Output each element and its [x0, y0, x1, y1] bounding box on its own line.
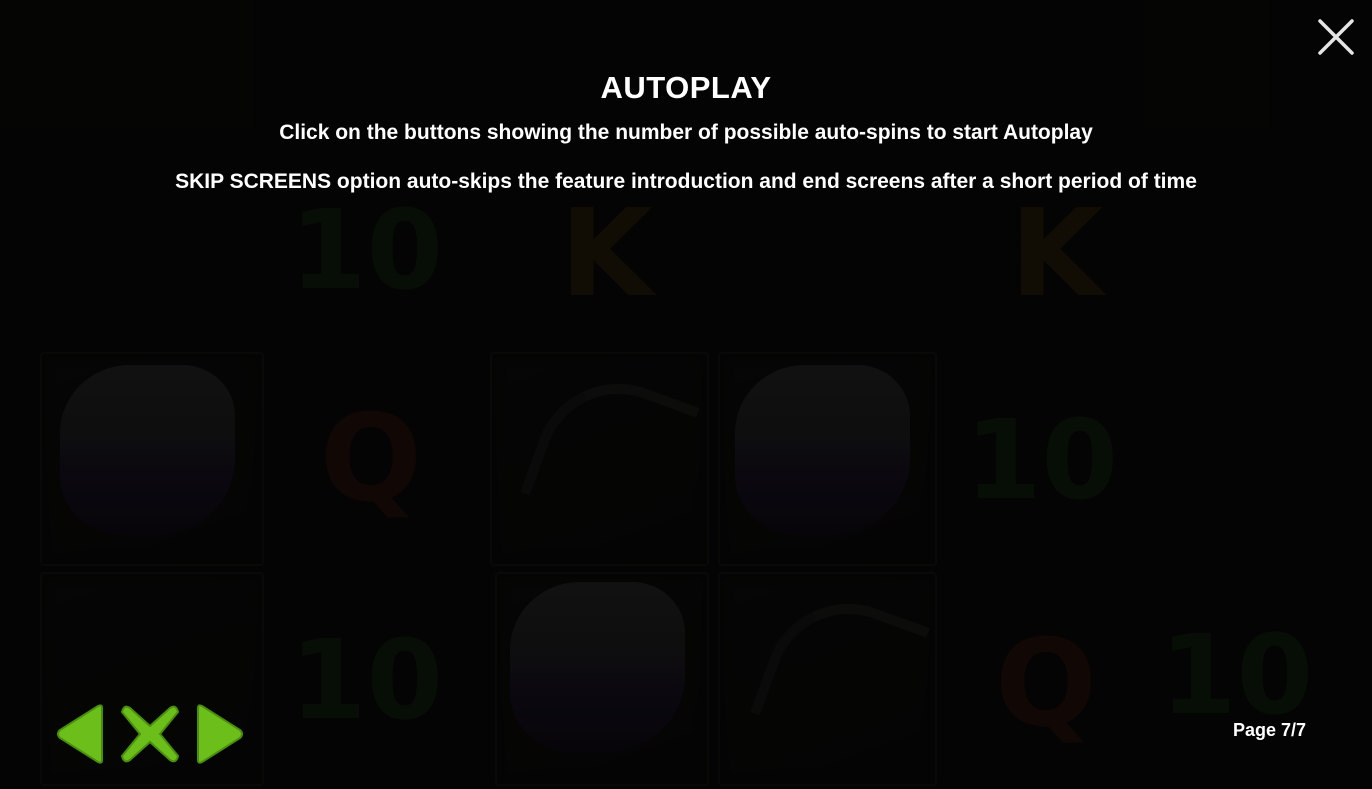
- page-title: AUTOPLAY: [600, 70, 772, 105]
- skip-screens-description: SKIP SCREENS option auto-skips the featu…: [175, 170, 1197, 193]
- close-icon: [1318, 19, 1354, 55]
- arrow-right-icon: [197, 704, 243, 764]
- autoplay-description: Click on the buttons showing the number …: [279, 121, 1093, 144]
- exit-help-button[interactable]: [120, 704, 180, 764]
- paytable-screen: 10 K K 10 Q 10 10 Q AUTOPLAY Click on th…: [0, 0, 1372, 789]
- dim-overlay: [0, 0, 1372, 789]
- x-icon: [120, 705, 180, 763]
- help-navigation: [54, 704, 248, 764]
- page-indicator: Page 7/7: [1232, 720, 1306, 740]
- next-page-button[interactable]: [194, 704, 254, 764]
- close-button[interactable]: [1316, 17, 1356, 57]
- previous-page-button[interactable]: [54, 704, 114, 764]
- arrow-left-icon: [57, 704, 103, 764]
